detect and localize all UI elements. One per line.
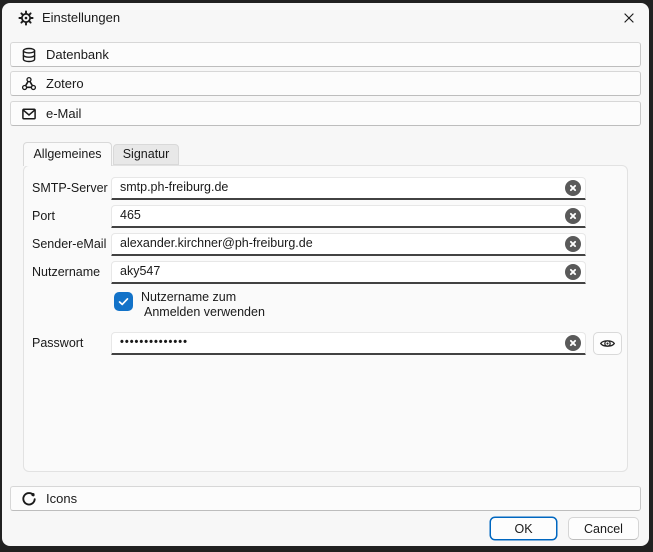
mail-icon bbox=[21, 106, 37, 122]
username-row: Nutzername bbox=[24, 261, 627, 284]
smtp-server-input[interactable] bbox=[111, 177, 586, 200]
section-header-datenbank[interactable]: Datenbank bbox=[10, 42, 641, 67]
smtp-server-label: SMTP-Server bbox=[32, 177, 110, 200]
clear-port-button[interactable] bbox=[565, 208, 581, 224]
close-button[interactable] bbox=[617, 7, 641, 29]
password-input[interactable] bbox=[111, 332, 586, 355]
dialog-title: Einstellungen bbox=[42, 3, 120, 33]
checkmark-icon bbox=[117, 295, 130, 308]
cancel-button[interactable]: Cancel bbox=[568, 517, 639, 540]
clear-smtp-server-button[interactable] bbox=[565, 180, 581, 196]
port-input[interactable] bbox=[111, 205, 586, 228]
sender-email-row: Sender-eMail bbox=[24, 233, 627, 256]
section-header-icons[interactable]: Icons bbox=[10, 486, 641, 511]
ok-button[interactable]: OK bbox=[490, 517, 557, 540]
eye-icon bbox=[599, 335, 616, 352]
password-row: Passwort bbox=[24, 332, 627, 355]
clear-x-icon bbox=[568, 267, 578, 277]
section-label: e-Mail bbox=[46, 106, 81, 121]
sender-email-input[interactable] bbox=[111, 233, 586, 256]
database-icon bbox=[21, 47, 37, 63]
show-password-button[interactable] bbox=[593, 332, 622, 355]
email-settings-panel: SMTP-Server Port bbox=[23, 165, 628, 472]
tab-signatur[interactable]: Signatur bbox=[113, 144, 179, 165]
clear-username-button[interactable] bbox=[565, 264, 581, 280]
clear-x-icon bbox=[568, 338, 578, 348]
title-bar: Einstellungen bbox=[2, 3, 649, 33]
section-label: Datenbank bbox=[46, 47, 109, 62]
clear-sender-email-button[interactable] bbox=[565, 236, 581, 252]
tab-allgemeines[interactable]: Allgemeines bbox=[23, 142, 112, 166]
use-username-checkbox-label: Nutzername zum Anmelden verwenden bbox=[141, 290, 265, 320]
section-header-email[interactable]: e-Mail bbox=[10, 101, 641, 126]
clear-x-icon bbox=[568, 239, 578, 249]
username-label: Nutzername bbox=[32, 261, 110, 284]
username-input[interactable] bbox=[111, 261, 586, 284]
clear-x-icon bbox=[568, 211, 578, 221]
port-label: Port bbox=[32, 205, 110, 228]
port-row: Port bbox=[24, 205, 627, 228]
clear-x-icon bbox=[568, 183, 578, 193]
sender-email-label: Sender-eMail bbox=[32, 233, 110, 256]
section-label: Zotero bbox=[46, 76, 84, 91]
settings-dialog: Einstellungen Datenbank Zotero bbox=[2, 3, 649, 546]
refresh-icon bbox=[21, 491, 37, 507]
smtp-server-row: SMTP-Server bbox=[24, 177, 627, 200]
close-icon bbox=[622, 11, 636, 25]
use-username-checkbox[interactable] bbox=[114, 292, 133, 311]
gear-icon bbox=[18, 10, 34, 26]
zotero-icon bbox=[21, 76, 37, 92]
section-header-zotero[interactable]: Zotero bbox=[10, 71, 641, 96]
section-label: Icons bbox=[46, 491, 77, 506]
password-label: Passwort bbox=[32, 332, 110, 355]
clear-password-button[interactable] bbox=[565, 335, 581, 351]
